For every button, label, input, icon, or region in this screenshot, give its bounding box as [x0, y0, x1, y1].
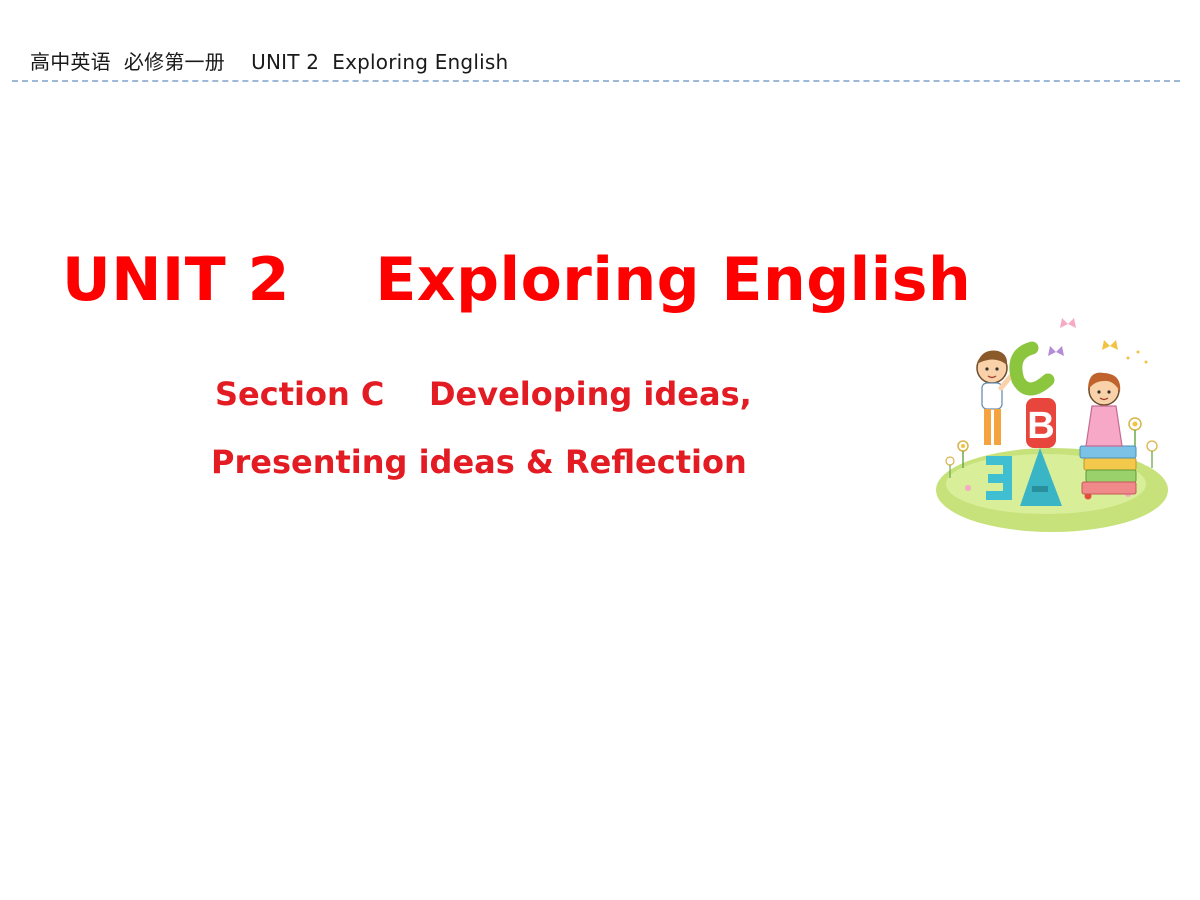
- slide: 高中英语 必修第一册 UNIT 2 Exploring English UNIT…: [0, 0, 1200, 900]
- kids-illustration-icon: B: [936, 318, 1168, 532]
- letter-e-reversed: [986, 456, 1012, 500]
- subtitle-line-2: Presenting ideas & Reflection: [211, 443, 747, 481]
- header-divider: [12, 80, 1180, 82]
- page-title: UNIT 2 Exploring English: [62, 245, 972, 315]
- letter-b: B: [1026, 398, 1056, 448]
- svg-text:B: B: [1027, 405, 1054, 447]
- butterflies: [1048, 318, 1148, 364]
- girl-figure: [1079, 372, 1137, 495]
- letter-c: [1009, 341, 1055, 396]
- header-text: 高中英语 必修第一册 UNIT 2 Exploring English: [30, 50, 509, 74]
- subtitle-line-1: Section C Developing ideas,: [215, 375, 752, 413]
